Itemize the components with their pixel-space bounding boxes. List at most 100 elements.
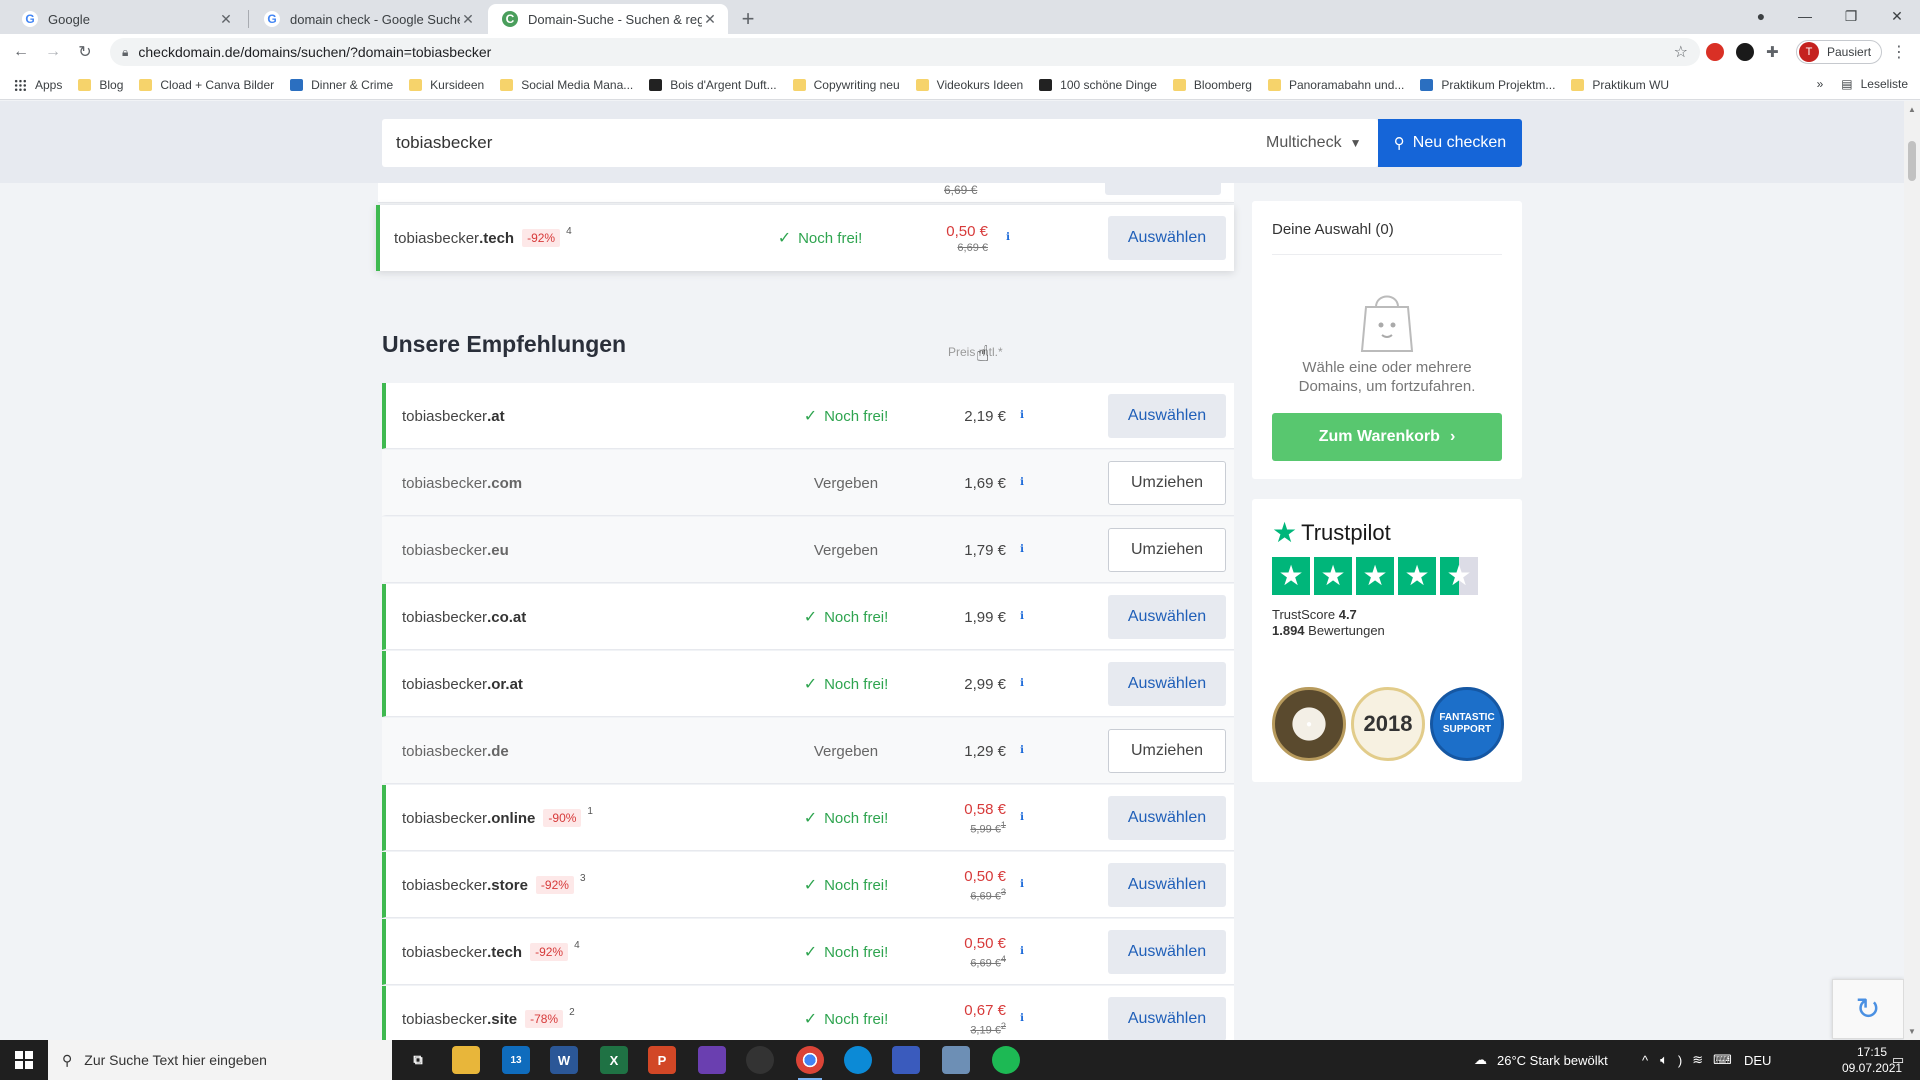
edge-icon[interactable] — [844, 1046, 872, 1074]
info-icon[interactable]: i — [1016, 410, 1028, 422]
profile-button[interactable]: T Pausiert — [1796, 40, 1882, 64]
bookmark-item[interactable]: Cload + Canva Bilder — [139, 78, 274, 92]
mail-icon[interactable]: 13 — [502, 1046, 530, 1074]
info-icon[interactable]: i — [1016, 477, 1028, 489]
scroll-down-icon[interactable]: ▼ — [1908, 1027, 1916, 1036]
reading-list-label[interactable]: Leseliste — [1861, 77, 1908, 91]
info-icon[interactable]: i — [1016, 946, 1028, 958]
url-text: checkdomain.de/domains/suchen/?domain=to… — [138, 44, 492, 60]
availability-status: Vergeben — [766, 517, 926, 583]
app-icon[interactable] — [698, 1046, 726, 1074]
weather[interactable]: ☁ 26°C Stark bewölkt — [1474, 1040, 1608, 1080]
status-text: Noch frei! — [798, 229, 863, 247]
scroll-up-icon[interactable]: ▲ — [1908, 105, 1916, 114]
bookmark-star-icon[interactable]: ☆ — [1674, 42, 1688, 62]
minimize-icon[interactable]: — — [1782, 0, 1828, 32]
info-icon[interactable]: i — [1016, 812, 1028, 824]
notepad-icon[interactable] — [942, 1046, 970, 1074]
taskbar-search[interactable]: ⚲ Zur Suche Text hier eingeben — [48, 1040, 392, 1080]
info-icon[interactable]: i — [1016, 544, 1028, 556]
select-button[interactable]: Auswählen — [1108, 394, 1226, 438]
transfer-button[interactable]: Umziehen — [1108, 461, 1226, 505]
bookmark-item[interactable]: Apps — [14, 78, 62, 92]
browser-tab-domain-check[interactable]: G domain check - Google Suche ✕ — [250, 4, 486, 34]
forward-arrow-icon[interactable]: → — [42, 41, 64, 63]
transfer-button[interactable]: Umziehen — [1108, 729, 1226, 773]
file-explorer-icon[interactable] — [452, 1046, 480, 1074]
bookmark-favicon-icon — [290, 78, 304, 91]
app-icon[interactable] — [892, 1046, 920, 1074]
page-scrollbar[interactable]: ▲ ▼ — [1904, 101, 1920, 1040]
info-icon[interactable]: i — [1016, 879, 1028, 891]
mail-badge: 13 — [510, 1054, 522, 1066]
domain-search-input[interactable] — [396, 119, 1096, 167]
scroll-thumb[interactable] — [1908, 141, 1916, 181]
address-bar[interactable]: 🔒︎ checkdomain.de/domains/suchen/?domain… — [110, 38, 1700, 66]
multicheck-dropdown[interactable]: Multicheck ▼ — [1266, 119, 1361, 167]
bookmark-item[interactable]: Blog — [78, 78, 123, 92]
obs-icon[interactable] — [746, 1046, 774, 1074]
word-icon[interactable]: W — [550, 1046, 578, 1074]
excel-icon[interactable]: X — [600, 1046, 628, 1074]
restore-icon[interactable]: ❐ — [1828, 0, 1874, 32]
info-icon[interactable]: i — [1016, 611, 1028, 623]
extensions-puzzle-icon[interactable]: ✚ — [1766, 43, 1784, 61]
trustpilot-logo[interactable]: ★ Trustpilot — [1272, 519, 1391, 547]
info-icon[interactable]: i — [1002, 232, 1014, 244]
recaptcha-badge-icon[interactable]: ↻ — [1832, 979, 1904, 1039]
tab-close-icon[interactable]: ✕ — [460, 11, 476, 28]
browser-tab-domain-suche[interactable]: C Domain-Suche - Suchen & regist ✕ — [488, 4, 728, 34]
menu-kebab-icon[interactable]: ⋮ — [1888, 41, 1910, 63]
zum-warenkorb-button[interactable]: Zum Warenkorb › — [1272, 413, 1502, 461]
bookmark-item[interactable]: Bloomberg — [1172, 78, 1252, 92]
system-tray-icons[interactable]: ^ 🔈︎ ) ≋ ⌨ DEU — [1642, 1040, 1771, 1080]
back-arrow-icon[interactable]: ← — [10, 41, 32, 63]
select-button[interactable]: Auswählen — [1108, 930, 1226, 974]
chrome-icon[interactable] — [796, 1046, 824, 1080]
domain-name: tobiasbecker .com — [402, 450, 522, 516]
bookmark-item[interactable]: Social Media Mana... — [500, 78, 633, 92]
more-bookmarks-icon[interactable]: » — [1817, 77, 1824, 91]
info-icon[interactable]: i — [1016, 678, 1028, 690]
domain-base: tobiasbecker — [402, 943, 488, 961]
spotify-icon[interactable] — [992, 1046, 1020, 1074]
bookmark-item[interactable]: Praktikum WU — [1571, 78, 1669, 92]
transfer-button[interactable]: Umziehen — [1108, 528, 1226, 572]
windows-start-button[interactable] — [0, 1040, 48, 1080]
window-close-icon[interactable]: ✕ — [1874, 0, 1920, 32]
select-button[interactable]: Auswählen — [1108, 863, 1226, 907]
new-tab-plus-icon[interactable]: + — [738, 6, 758, 32]
info-icon[interactable]: i — [1016, 1013, 1028, 1025]
select-button[interactable]: Auswählen — [1108, 796, 1226, 840]
bookmark-item[interactable]: Panoramabahn und... — [1267, 78, 1404, 92]
select-button-partial[interactable] — [1105, 183, 1221, 195]
reload-icon[interactable]: ↻ — [74, 41, 96, 63]
powerpoint-icon[interactable]: P — [648, 1046, 676, 1074]
domain-tld: .co.at — [487, 608, 527, 626]
neu-checken-button[interactable]: ⚲ Neu checken — [1378, 119, 1522, 167]
bookmark-item[interactable]: 100 schöne Dinge — [1039, 78, 1157, 92]
browser-tab-google[interactable]: G Google ✕ — [8, 4, 244, 34]
tab-separator — [248, 10, 249, 28]
bookmark-item[interactable]: Bois d'Argent Duft... — [649, 78, 777, 92]
info-icon[interactable]: i — [1016, 745, 1028, 757]
select-button[interactable]: Auswählen — [1108, 997, 1226, 1040]
notification-icon[interactable]: ▭ — [1880, 1040, 1916, 1080]
select-button[interactable]: Auswählen — [1108, 216, 1226, 260]
extension-abp-icon[interactable] — [1706, 43, 1724, 61]
price: 1,99 € — [906, 584, 1006, 650]
bookmark-item[interactable]: Dinner & Crime — [290, 78, 393, 92]
select-button[interactable]: Auswählen — [1108, 595, 1226, 639]
tab-search-icon[interactable]: ● — [1738, 0, 1784, 32]
tab-close-icon[interactable]: ✕ — [702, 11, 718, 28]
bookmark-item[interactable]: Kursideen — [409, 78, 484, 92]
bookmark-item[interactable]: Copywriting neu — [792, 78, 900, 92]
select-button[interactable]: Auswählen — [1108, 662, 1226, 706]
extension-grammarly-icon[interactable] — [1736, 43, 1754, 61]
task-view-icon[interactable]: ⧉ — [404, 1046, 432, 1074]
price: 2,99 € — [906, 651, 1006, 717]
domain-tld: .tech — [487, 943, 523, 961]
tab-close-icon[interactable]: ✕ — [218, 11, 234, 28]
bookmark-item[interactable]: Praktikum Projektm... — [1420, 78, 1555, 92]
bookmark-item[interactable]: Videokurs Ideen — [915, 78, 1023, 92]
